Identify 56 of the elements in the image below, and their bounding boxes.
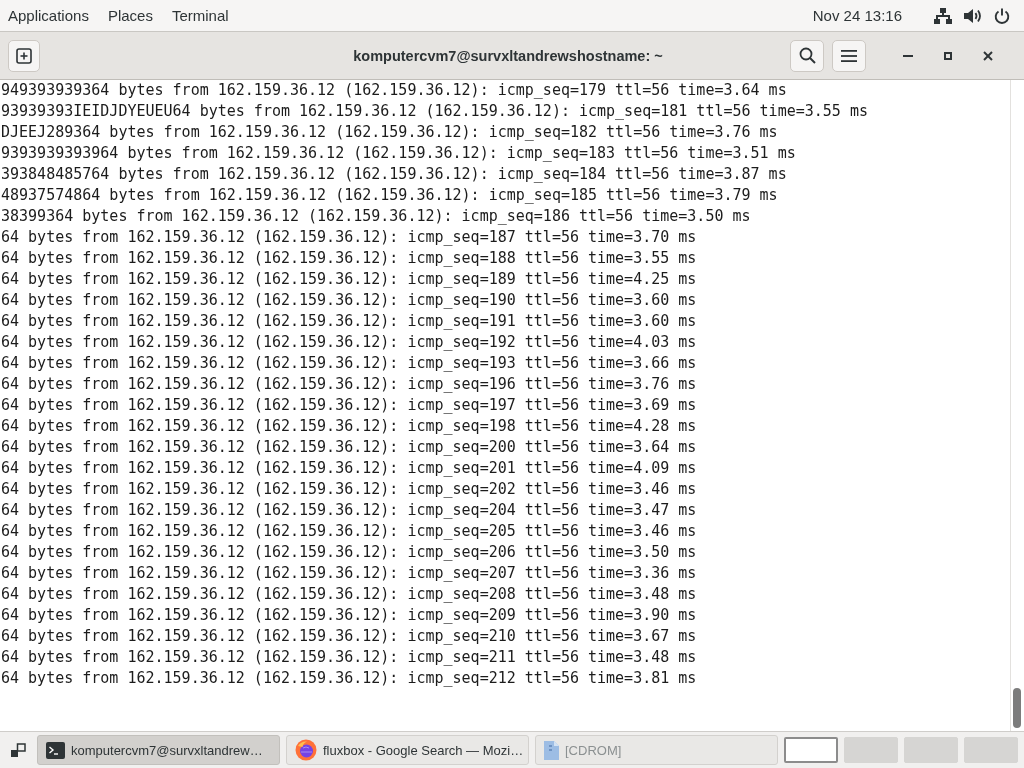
terminal-line: 48937574864 bytes from 162.159.36.12 (162.159.36.12): icmp_seq=185 ttl=56 time=3.79 ms: [1, 185, 779, 206]
scrollbar-track[interactable]: [1010, 80, 1023, 731]
taskbar-window-button[interactable]: fluxbox - Google Search — Mozi…: [286, 735, 529, 765]
terminal-line: 64 bytes from 162.159.36.12 (162.159.36.12): icmp_seq=188 ttl=56 time=3.55 ms: [1, 248, 698, 269]
panel-menu[interactable]: Applications: [8, 5, 89, 26]
terminal-line: 93939393IEIDJDYEUEU64 bytes from 162.159.36.12 (162.159.36.12): icmp_seq=181 ttl=56 time=3.55 ms: [1, 101, 869, 122]
search-icon: [798, 47, 816, 64]
document-icon: [544, 740, 559, 760]
terminal-line: 64 bytes from 162.159.36.12 (162.159.36.12): icmp_seq=206 ttl=56 time=3.50 ms: [1, 542, 698, 563]
terminal-line: 64 bytes from 162.159.36.12 (162.159.36.12): icmp_seq=202 ttl=56 time=3.46 ms: [1, 479, 698, 500]
terminal-line: 9393939393964 bytes from 162.159.36.12 (162.159.36.12): icmp_seq=183 ttl=56 time=3.51 ms: [1, 143, 797, 164]
workspace-button[interactable]: [784, 737, 838, 763]
volume-icon[interactable]: [964, 7, 982, 24]
clock[interactable]: Nov 24 13:16: [812, 7, 902, 24]
terminal-line: 64 bytes from 162.159.36.12 (162.159.36.12): icmp_seq=191 ttl=56 time=3.60 ms: [1, 311, 698, 332]
scrollbar-thumb[interactable]: [1013, 688, 1021, 728]
terminal-line: 64 bytes from 162.159.36.12 (162.159.36.12): icmp_seq=204 ttl=56 time=3.47 ms: [1, 500, 698, 521]
minimize-icon[interactable]: [903, 54, 913, 57]
panel-menu[interactable]: Terminal: [171, 5, 229, 26]
new-tab-button[interactable]: [8, 39, 40, 72]
close-icon[interactable]: [983, 50, 993, 61]
terminal-line: 64 bytes from 162.159.36.12 (162.159.36.12): icmp_seq=212 ttl=56 time=3.81 ms: [1, 668, 698, 689]
terminal-icon: [46, 741, 65, 759]
terminal-line: 64 bytes from 162.159.36.12 (162.159.36.12): icmp_seq=200 ttl=56 time=3.64 ms: [1, 437, 698, 458]
terminal-line: 64 bytes from 162.159.36.12 (162.159.36.12): icmp_seq=209 ttl=56 time=3.90 ms: [1, 605, 698, 626]
taskbar-window-button[interactable]: komputercvm7@survxltandrew…: [37, 735, 280, 765]
terminal-line: 64 bytes from 162.159.36.12 (162.159.36.12): icmp_seq=193 ttl=56 time=3.66 ms: [1, 353, 698, 374]
terminal-line: 64 bytes from 162.159.36.12 (162.159.36.12): icmp_seq=208 ttl=56 time=3.48 ms: [1, 584, 698, 605]
power-icon[interactable]: [994, 7, 1010, 24]
terminal-line: 38399364 bytes from 162.159.36.12 (162.159.36.12): icmp_seq=186 ttl=56 time=3.50 ms: [1, 206, 752, 227]
terminal-line: 64 bytes from 162.159.36.12 (162.159.36.12): icmp_seq=207 ttl=56 time=3.36 ms: [1, 563, 698, 584]
plus-square-icon: [16, 47, 32, 64]
terminal-line: 64 bytes from 162.159.36.12 (162.159.36.12): icmp_seq=211 ttl=56 time=3.48 ms: [1, 647, 698, 668]
terminal-line: 64 bytes from 162.159.36.12 (162.159.36.12): icmp_seq=189 ttl=56 time=4.25 ms: [1, 269, 698, 290]
terminal-line: 64 bytes from 162.159.36.12 (162.159.36.12): icmp_seq=201 ttl=56 time=4.09 ms: [1, 458, 698, 479]
terminal-area[interactable]: [0, 80, 1024, 731]
search-button[interactable]: [790, 39, 824, 72]
terminal-line: 64 bytes from 162.159.36.12 (162.159.36.12): icmp_seq=187 ttl=56 time=3.70 ms: [1, 227, 698, 248]
terminal-line: 64 bytes from 162.159.36.12 (162.159.36.12): icmp_seq=210 ttl=56 time=3.67 ms: [1, 626, 698, 647]
terminal-line: 393848485764 bytes from 162.159.36.12 (162.159.36.12): icmp_seq=184 ttl=56 time=3.87 ms: [1, 164, 788, 185]
menu-button[interactable]: [832, 39, 866, 72]
menu-icon: [841, 48, 857, 63]
terminal-line: 949393939364 bytes from 162.159.36.12 (162.159.36.12): icmp_seq=179 ttl=56 time=3.64 ms: [1, 80, 788, 101]
terminal-line: 64 bytes from 162.159.36.12 (162.159.36.12): icmp_seq=197 ttl=56 time=3.69 ms: [1, 395, 698, 416]
terminal-line: 64 bytes from 162.159.36.12 (162.159.36.12): icmp_seq=192 ttl=56 time=4.03 ms: [1, 332, 698, 353]
globe-icon: [295, 739, 317, 761]
terminal-line: DJEEJ289364 bytes from 162.159.36.12 (162.159.36.12): icmp_seq=182 ttl=56 time=3.76 ms: [1, 122, 779, 143]
terminal-line: 64 bytes from 162.159.36.12 (162.159.36.12): icmp_seq=196 ttl=56 time=3.76 ms: [1, 374, 698, 395]
terminal-line: 64 bytes from 162.159.36.12 (162.159.36.12): icmp_seq=190 ttl=56 time=3.60 ms: [1, 290, 698, 311]
panel-menu[interactable]: Places: [107, 5, 153, 26]
terminal-line: 64 bytes from 162.159.36.12 (162.159.36.12): icmp_seq=205 ttl=56 time=3.46 ms: [1, 521, 698, 542]
network-icon[interactable]: [934, 7, 952, 24]
two-squares-icon[interactable]: [10, 742, 26, 758]
maximize-icon[interactable]: [944, 51, 952, 60]
window-title: komputercvm7@survxltandrewshostname: ~: [353, 47, 663, 64]
terminal-line: 64 bytes from 162.159.36.12 (162.159.36.12): icmp_seq=198 ttl=56 time=4.28 ms: [1, 416, 698, 437]
